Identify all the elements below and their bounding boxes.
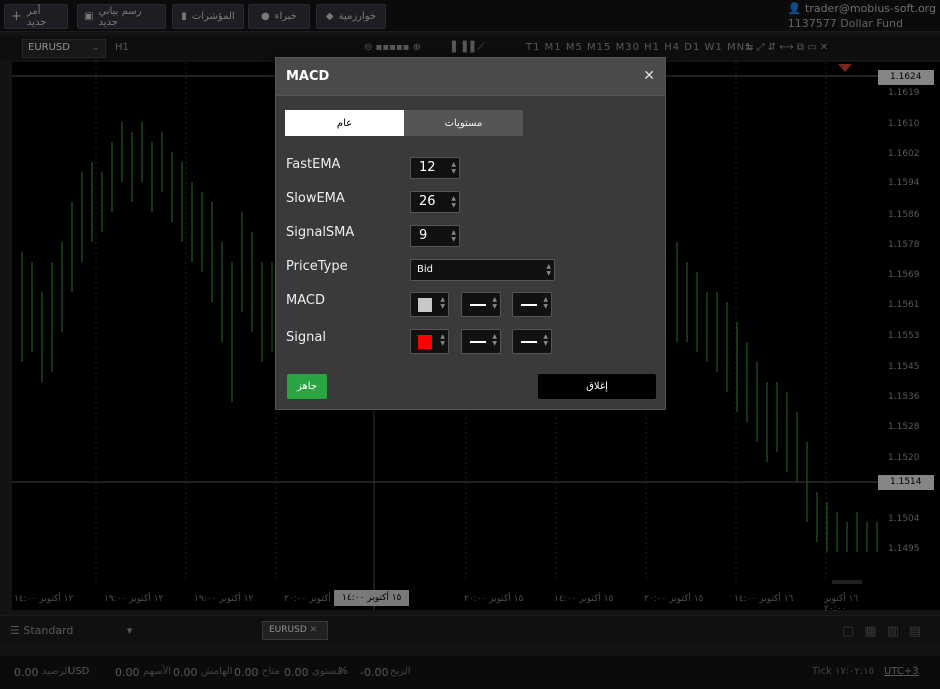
signal-label: Signal bbox=[286, 330, 326, 345]
line-width-icon bbox=[521, 304, 537, 306]
line-style-icon bbox=[470, 304, 486, 306]
pricetype-select[interactable]: Bid ▲ ▼ bbox=[410, 259, 555, 281]
signalsma-label: SignalSMA bbox=[286, 225, 355, 240]
spinner-icon[interactable]: ▲ ▼ bbox=[451, 229, 456, 243]
line-width-icon bbox=[521, 341, 537, 343]
spinner-icon: ▲ ▼ bbox=[546, 263, 551, 277]
dialog-title: MACD bbox=[276, 58, 665, 96]
ok-button[interactable]: جاهز bbox=[287, 374, 327, 399]
close-button[interactable]: إغلاق bbox=[538, 374, 656, 399]
spinner-icon: ▲ ▼ bbox=[440, 296, 445, 310]
pricetype-label: PriceType bbox=[286, 259, 348, 274]
color-swatch bbox=[418, 298, 432, 312]
tab-general[interactable]: عام bbox=[285, 110, 404, 136]
spinner-icon[interactable]: ▲ ▼ bbox=[451, 195, 456, 209]
spinner-icon: ▲ ▼ bbox=[492, 296, 497, 310]
slowema-input[interactable]: 26 ▲ ▼ bbox=[410, 191, 460, 213]
macd-label: MACD bbox=[286, 293, 325, 308]
signal-color-picker[interactable]: ▲ ▼ bbox=[410, 329, 449, 354]
slowema-label: SlowEMA bbox=[286, 191, 345, 206]
spinner-icon: ▲ ▼ bbox=[440, 333, 445, 347]
signalsma-input[interactable]: 9 ▲ ▼ bbox=[410, 225, 460, 247]
line-style-icon bbox=[470, 341, 486, 343]
macd-line-width-select[interactable]: ▲ ▼ bbox=[512, 292, 552, 317]
macd-line-style-select[interactable]: ▲ ▼ bbox=[461, 292, 501, 317]
fastema-input[interactable]: 12 ▲ ▼ bbox=[410, 157, 460, 179]
spinner-icon[interactable]: ▲ ▼ bbox=[451, 161, 456, 175]
macd-dialog: MACD ✕ عام مستويات FastEMA 12 ▲ ▼ SlowEMA… bbox=[275, 57, 666, 410]
color-swatch bbox=[418, 335, 432, 349]
signal-line-style-select[interactable]: ▲ ▼ bbox=[461, 329, 501, 354]
close-icon[interactable]: ✕ bbox=[643, 68, 655, 84]
fastema-label: FastEMA bbox=[286, 157, 341, 172]
spinner-icon: ▲ ▼ bbox=[543, 296, 548, 310]
spinner-icon: ▲ ▼ bbox=[543, 333, 548, 347]
tab-levels[interactable]: مستويات bbox=[404, 110, 523, 136]
spinner-icon: ▲ ▼ bbox=[492, 333, 497, 347]
signal-line-width-select[interactable]: ▲ ▼ bbox=[512, 329, 552, 354]
macd-color-picker[interactable]: ▲ ▼ bbox=[410, 292, 449, 317]
dialog-tabs: عام مستويات bbox=[285, 110, 523, 136]
